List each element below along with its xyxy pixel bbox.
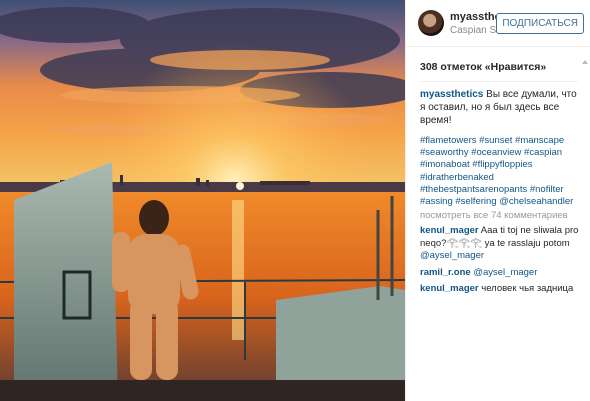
comment: ramil_r.one @aysel_mager [406,263,590,280]
likes-count[interactable]: 308 отметок «Нравится» [406,47,590,81]
post-photo[interactable] [0,0,405,401]
scroll-up-icon[interactable] [582,60,588,64]
caption: myassthetics Вы все думали, что я остави… [406,82,590,127]
sunset-photo-image [0,0,405,401]
location-link[interactable]: Caspian S... [450,25,496,36]
avatar[interactable] [418,10,444,36]
follow-button[interactable]: ПОДПИСАТЬСЯ [496,12,584,34]
comment: kenul_mager Aaa ti toj ne sliwala pro ne… [406,221,590,263]
comment-username[interactable]: ramil_r.one [420,267,471,278]
comment-mention[interactable]: @aysel_mager [473,267,537,278]
comment-text: человек чья задница [481,283,574,295]
comment-mention[interactable]: @aysel_mager [420,250,484,261]
comment-username[interactable]: kenul_mager [420,283,479,294]
username-link[interactable]: myassthetі... [450,11,496,23]
instagram-post: myassthetі... Caspian S... ПОДПИСАТЬСЯ 3… [0,0,590,401]
post-header: myassthetі... Caspian S... ПОДПИСАТЬСЯ [406,0,590,47]
post-sidebar: myassthetі... Caspian S... ПОДПИСАТЬСЯ 3… [405,0,590,401]
hashtags[interactable]: #flametowers #sunset #manscape #seaworth… [406,127,590,208]
caption-username[interactable]: myassthetics [420,89,483,100]
view-all-comments-link[interactable]: посмотреть все 74 комментариев [406,208,590,221]
comment: kenul_mager человек чья задница [406,279,590,296]
comment-username[interactable]: kenul_mager [420,225,479,236]
